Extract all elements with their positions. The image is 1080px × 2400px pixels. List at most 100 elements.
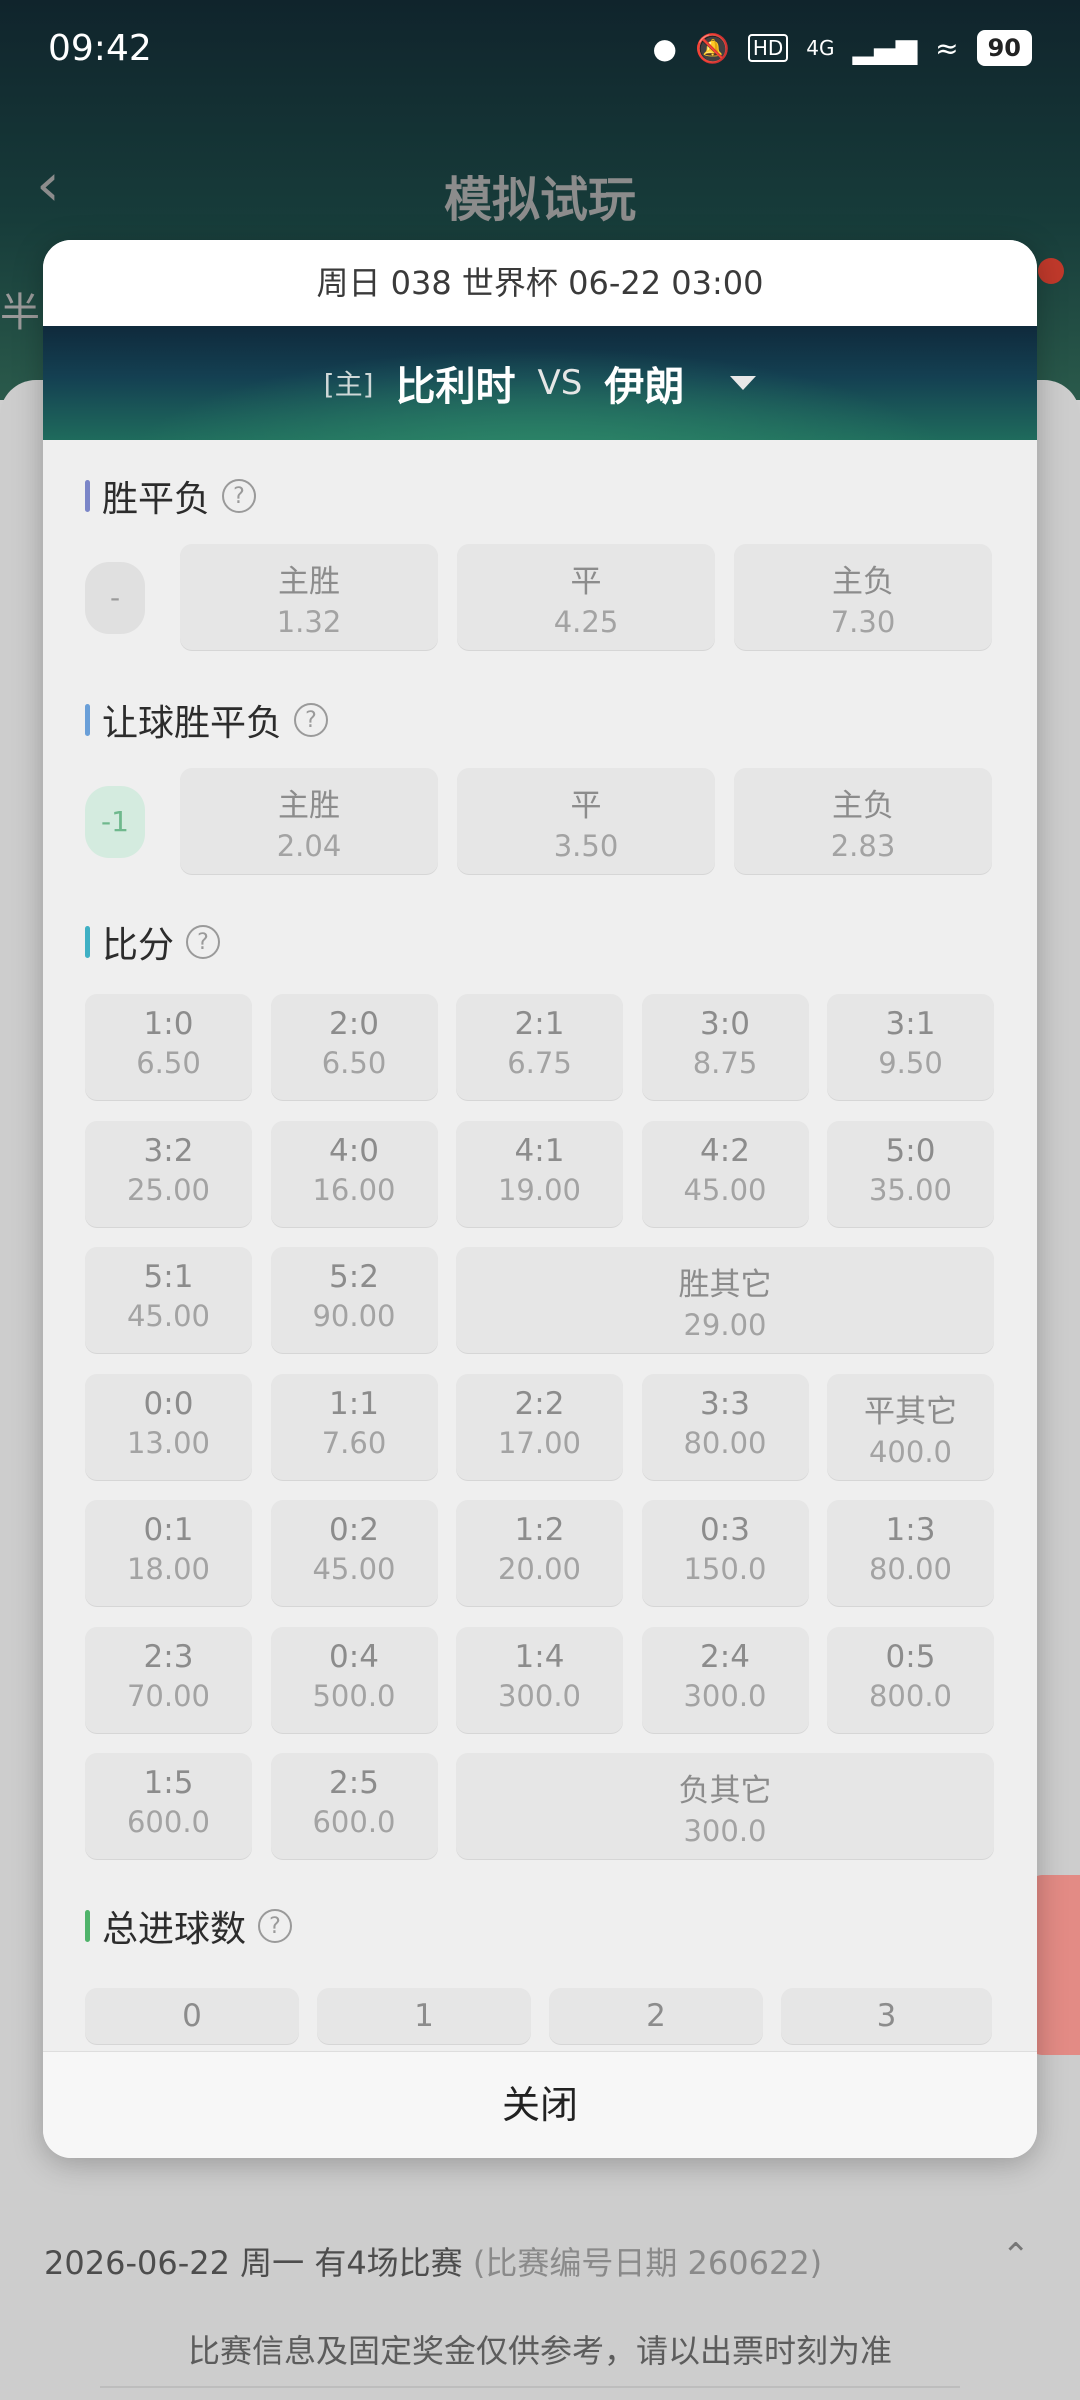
- score-label: 胜其它: [678, 1267, 772, 1303]
- goals-label: 3: [876, 1998, 897, 2034]
- help-icon[interactable]: ?: [222, 479, 257, 513]
- signal-icon: ▂▄▆: [852, 31, 918, 65]
- odds-cell-rqspf-draw[interactable]: 平 3.50: [457, 768, 715, 874]
- score-label: 1:3: [885, 1512, 936, 1548]
- footer-note: 比赛信息及固定奖金仅供参考，请以出票时刻为准: [187, 2332, 892, 2370]
- score-cell[interactable]: 1:5 600.0: [85, 1753, 252, 1859]
- goals-cell[interactable]: 3: [781, 1988, 992, 2044]
- score-cell[interactable]: 4:2 45.00: [641, 1120, 809, 1227]
- score-label: 1:0: [143, 1006, 194, 1042]
- score-cell[interactable]: 1:2 20.00: [456, 1500, 623, 1606]
- goals-cell[interactable]: 2: [549, 1988, 763, 2044]
- score-cell[interactable]: 1:4 300.0: [456, 1626, 623, 1733]
- score-label: 1:1: [329, 1385, 379, 1422]
- score-label: 4:0: [329, 1132, 379, 1169]
- date-row-text: 2026-06-22 周一 有4场比赛: [44, 2244, 463, 2282]
- match-banner[interactable]: [主] 比利时 VS 伊朗: [43, 326, 1037, 440]
- side-tab[interactable]: [1030, 1875, 1080, 2055]
- goals-cell[interactable]: 0: [85, 1988, 299, 2044]
- odds-label: 主负: [832, 788, 894, 824]
- score-cell[interactable]: 2:0 6.50: [270, 994, 438, 1100]
- mute-icon: 🔕: [694, 31, 730, 65]
- score-cell[interactable]: 1:3 80.00: [827, 1500, 994, 1606]
- odds-cell-rqspf-home-win[interactable]: 主胜 2.04: [180, 768, 438, 874]
- score-cell[interactable]: 2:5 600.0: [270, 1753, 438, 1859]
- score-odds: 45.00: [312, 1552, 396, 1586]
- score-odds: 35.00: [868, 1172, 953, 1207]
- help-icon[interactable]: ?: [258, 1909, 293, 1943]
- score-cell[interactable]: 0:0 13.00: [85, 1373, 252, 1480]
- score-label: 2:5: [329, 1765, 379, 1801]
- score-cell[interactable]: 5:0 35.00: [827, 1120, 994, 1227]
- score-label: 2:0: [329, 1006, 379, 1042]
- score-cell[interactable]: 负其它 300.0: [456, 1753, 994, 1859]
- score-odds: 9.50: [878, 1046, 943, 1080]
- score-cell[interactable]: 0:4 500.0: [270, 1626, 438, 1733]
- help-icon[interactable]: ?: [294, 703, 329, 737]
- score-label: 0:2: [329, 1512, 379, 1548]
- score-label: 平其它: [864, 1393, 957, 1430]
- odds-cell-spf-draw[interactable]: 平 4.25: [457, 544, 715, 650]
- score-cell[interactable]: 0:2 45.00: [270, 1500, 438, 1606]
- score-cell[interactable]: 3:2 25.00: [85, 1120, 252, 1227]
- score-label: 5:2: [329, 1259, 379, 1295]
- score-odds: 20.00: [497, 1552, 582, 1586]
- section-bar: [85, 1910, 90, 1942]
- score-odds: 8.75: [692, 1046, 758, 1080]
- score-cell[interactable]: 5:1 45.00: [85, 1247, 252, 1353]
- dropdown-arrow-icon[interactable]: [730, 376, 757, 390]
- match-info-header: 周日 038 世界杯 06-22 03:00: [43, 240, 1037, 326]
- help-icon[interactable]: ?: [186, 925, 221, 959]
- score-cell[interactable]: 3:3 80.00: [641, 1373, 809, 1480]
- score-cell[interactable]: 3:0 8.75: [641, 994, 809, 1100]
- section-title-spf: 胜平负 ?: [85, 470, 257, 522]
- score-odds: 600.0: [312, 1805, 396, 1839]
- score-cell[interactable]: 5:2 90.00: [270, 1247, 438, 1353]
- date-row[interactable]: 2026-06-22 周一 有4场比赛 (比赛编号日期 260622): [44, 2238, 1044, 2284]
- score-odds: 90.00: [312, 1299, 396, 1333]
- odds-value: 2.83: [830, 829, 896, 863]
- score-odds: 17.00: [497, 1425, 582, 1460]
- goals-label: 1: [414, 1998, 434, 2034]
- odds-cell-spf-home-win[interactable]: 主胜 1.32: [180, 544, 438, 650]
- score-cell[interactable]: 平其它 400.0: [827, 1373, 994, 1480]
- score-label: 负其它: [678, 1773, 772, 1809]
- score-label: 4:2: [700, 1132, 750, 1169]
- section-title-text: 让球胜平负: [102, 703, 283, 744]
- odds-label: 主胜: [278, 564, 340, 600]
- score-odds: 600.0: [126, 1805, 211, 1839]
- score-label: 5:0: [885, 1132, 936, 1169]
- score-odds: 45.00: [126, 1299, 211, 1333]
- score-label: 0:4: [329, 1638, 379, 1675]
- score-cell[interactable]: 1:0 6.50: [85, 994, 252, 1100]
- score-cell[interactable]: 3:1 9.50: [827, 994, 994, 1100]
- score-odds: 70.00: [126, 1678, 211, 1713]
- odds-scroll-area[interactable]: 胜平负 ? - 主胜 1.32 平 4.25 主负 7.30 让球胜平负 ? -…: [43, 440, 1037, 2052]
- section-title-text: 比分: [102, 925, 175, 966]
- score-cell[interactable]: 1:1 7.60: [270, 1373, 438, 1480]
- score-cell[interactable]: 0:5 800.0: [827, 1626, 994, 1733]
- score-cell[interactable]: 0:3 150.0: [641, 1500, 809, 1606]
- score-cell[interactable]: 2:2 17.00: [456, 1373, 623, 1480]
- score-cell[interactable]: 4:1 19.00: [456, 1120, 623, 1227]
- close-button[interactable]: 关闭: [43, 2051, 1037, 2158]
- score-cell[interactable]: 2:3 70.00: [85, 1626, 252, 1733]
- chevron-up-icon[interactable]: ⌃: [1002, 2236, 1031, 2276]
- score-cell[interactable]: 0:1 18.00: [85, 1500, 252, 1606]
- section-bar: [85, 926, 90, 958]
- odds-cell-spf-home-lose[interactable]: 主负 7.30: [734, 544, 992, 650]
- home-tag: [主]: [323, 368, 374, 401]
- odds-label: 主负: [832, 564, 894, 600]
- section-bar: [85, 480, 90, 512]
- score-odds: 6.50: [321, 1046, 387, 1080]
- score-label: 0:5: [885, 1638, 936, 1675]
- odds-cell-rqspf-home-lose[interactable]: 主负 2.83: [734, 768, 992, 874]
- score-cell[interactable]: 2:1 6.75: [456, 994, 623, 1100]
- goals-cell[interactable]: 1: [317, 1988, 531, 2044]
- home-team: 比利时: [395, 364, 516, 410]
- score-label: 1:4: [514, 1638, 565, 1675]
- score-label: 1:5: [143, 1765, 194, 1801]
- score-cell[interactable]: 胜其它 29.00: [456, 1247, 994, 1353]
- score-cell[interactable]: 4:0 16.00: [270, 1120, 438, 1227]
- score-cell[interactable]: 2:4 300.0: [641, 1626, 809, 1733]
